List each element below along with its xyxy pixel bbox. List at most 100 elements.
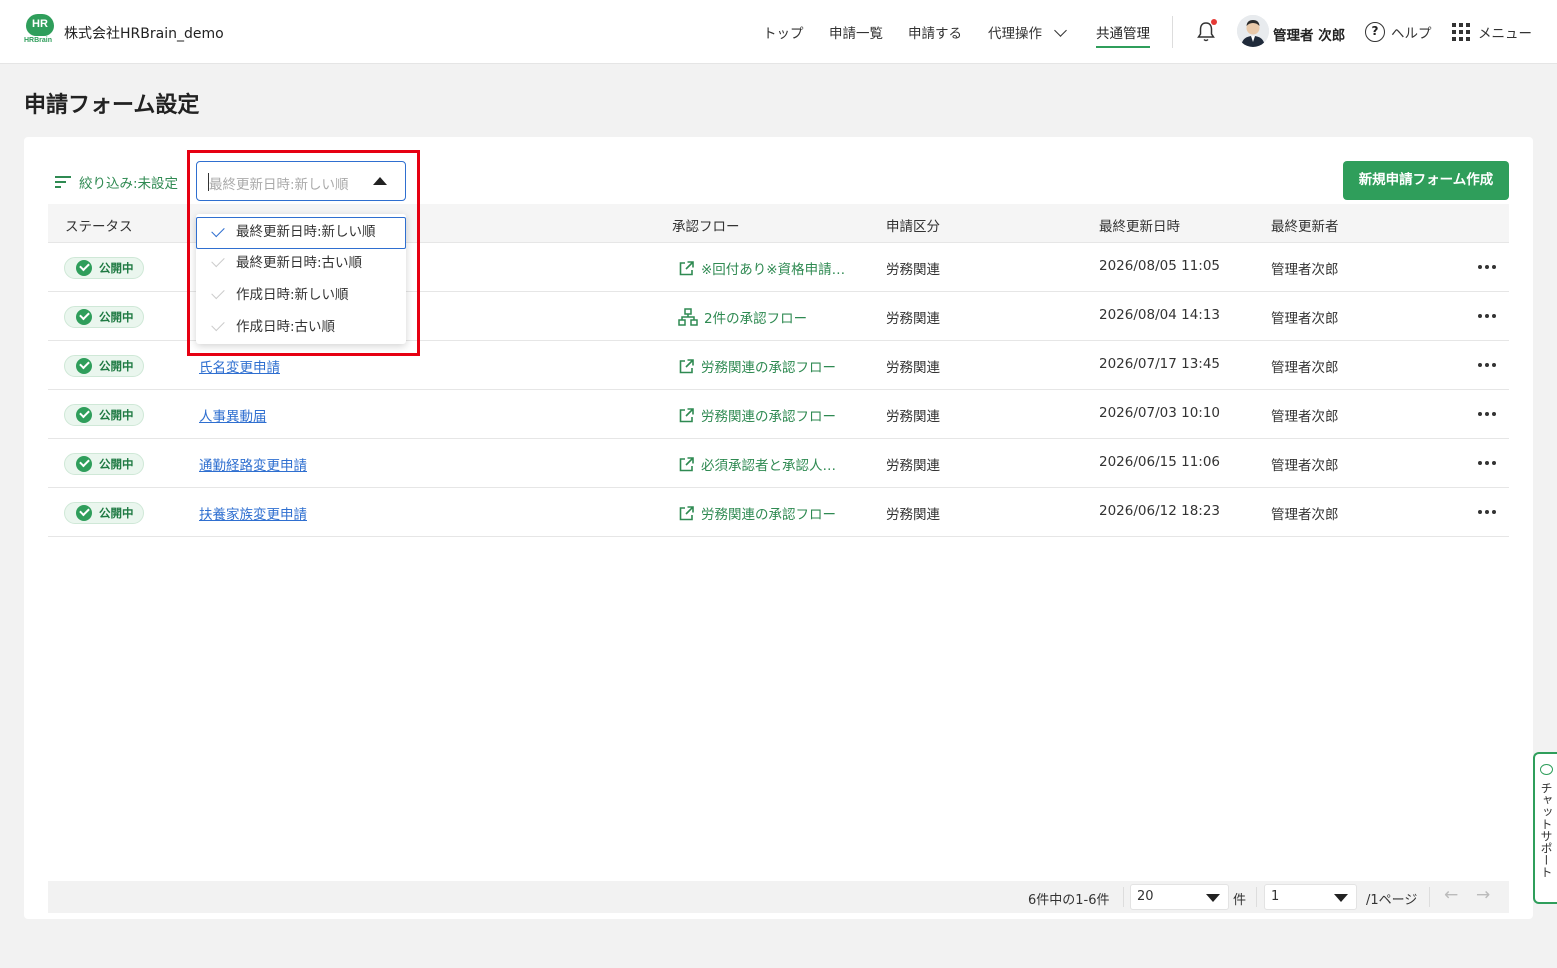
nav-make-request[interactable]: 申請する: [908, 22, 962, 42]
filter-button[interactable]: 絞り込み:未設定: [55, 172, 178, 192]
table-row[interactable]: 公開中 通勤経路変更申請 必須承認者と承認人… 労務関連 2026/06/15 …: [48, 439, 1509, 488]
updated-by-cell: 管理者次郎: [1271, 311, 1339, 327]
form-name-link[interactable]: 人事異動届: [199, 405, 267, 425]
approval-flow-link[interactable]: 労務関連の承認フロー: [678, 356, 836, 376]
help-icon[interactable]: ?: [1365, 22, 1385, 42]
nav-common-admin[interactable]: 共通管理: [1096, 22, 1150, 48]
check-circle-icon: [76, 407, 92, 423]
highlight-box: [187, 150, 420, 356]
updated-by-cell: 管理者次郎: [1271, 458, 1339, 474]
page-title: 申請フォーム設定: [24, 93, 200, 118]
check-circle-icon: [76, 358, 92, 374]
status-badge: 公開中: [64, 453, 144, 475]
approval-flow-link[interactable]: 労務関連の承認フロー: [678, 405, 836, 425]
org-chart-icon: [678, 308, 698, 326]
category-cell: 労務関連: [886, 507, 940, 523]
top-header: HR HRBrain 株式会社HRBrain_demo トップ 申請一覧 申請す…: [0, 0, 1557, 64]
logo-mark: HR: [26, 14, 54, 36]
updated-by-cell: 管理者次郎: [1271, 360, 1339, 376]
table-row[interactable]: 公開中 扶養家族変更申請 労務関連の承認フロー 労務関連 2026/06/12 …: [48, 488, 1509, 537]
col-status: ステータス: [65, 219, 133, 235]
approval-flow-link[interactable]: 必須承認者と承認人…: [678, 454, 836, 474]
check-circle-icon: [76, 456, 92, 472]
updated-at-cell: 2026/08/05 11:05: [1099, 258, 1221, 274]
status-badge: 公開中: [64, 306, 144, 328]
nav-request-list[interactable]: 申請一覧: [829, 22, 883, 42]
col-category: 申請区分: [886, 219, 940, 235]
logo-wordmark: HRBrain: [24, 37, 53, 44]
approval-flow-link[interactable]: ※回付あり※資格申請…: [678, 258, 845, 278]
external-link-icon: [679, 407, 694, 422]
notification-dot: [1211, 19, 1217, 25]
category-cell: 労務関連: [886, 409, 940, 425]
more-options-icon[interactable]: [1478, 412, 1496, 417]
filter-icon: [55, 176, 71, 188]
external-link-icon: [679, 505, 694, 520]
grid-menu-icon[interactable]: [1452, 23, 1470, 41]
updated-by-cell: 管理者次郎: [1271, 409, 1339, 425]
new-form-button[interactable]: 新規申請フォーム作成: [1343, 161, 1509, 200]
nav-proxy-operation[interactable]: 代理操作: [988, 22, 1068, 42]
pager-divider: [1429, 887, 1430, 907]
hrbrain-logo[interactable]: HR HRBrain: [24, 14, 56, 46]
header-divider: [1172, 16, 1173, 48]
form-name-link[interactable]: 氏名変更申請: [199, 356, 280, 376]
menu-link[interactable]: メニュー: [1478, 22, 1532, 42]
arrow-right-icon[interactable]: →: [1476, 885, 1490, 905]
nav-proxy-label: 代理操作: [988, 26, 1042, 42]
status-badge: 公開中: [64, 257, 144, 279]
page-total: /1ページ: [1366, 893, 1418, 908]
form-name-link[interactable]: 扶養家族変更申請: [199, 503, 307, 523]
external-link-icon: [679, 260, 694, 275]
external-link-icon: [679, 358, 694, 373]
pagination-bar: 6件中の1-6件 20 件 1 /1ページ ← →: [48, 881, 1509, 913]
category-cell: 労務関連: [886, 262, 940, 278]
chevron-down-icon: [1054, 24, 1068, 37]
category-cell: 労務関連: [886, 360, 940, 376]
category-cell: 労務関連: [886, 311, 940, 327]
avatar[interactable]: [1237, 15, 1269, 47]
approval-flow-link[interactable]: 労務関連の承認フロー: [678, 503, 836, 523]
updated-at-cell: 2026/08/04 14:13: [1099, 307, 1221, 323]
filter-label: 絞り込み:未設定: [79, 176, 179, 192]
status-badge: 公開中: [64, 404, 144, 426]
chat-support-label: チャットサポート: [1539, 782, 1553, 878]
chat-bubble-icon: [1540, 764, 1553, 775]
pager-divider: [1256, 887, 1257, 907]
page-select[interactable]: 1: [1264, 884, 1357, 910]
category-cell: 労務関連: [886, 458, 940, 474]
arrow-left-icon[interactable]: ←: [1444, 885, 1458, 905]
updated-at-cell: 2026/07/17 13:45: [1099, 356, 1221, 372]
per-page-select[interactable]: 20: [1130, 884, 1229, 910]
caret-down-icon: [1334, 894, 1348, 902]
updated-at-cell: 2026/06/15 11:06: [1099, 454, 1221, 470]
col-updated-at: 最終更新日時: [1099, 219, 1180, 235]
more-options-icon[interactable]: [1478, 363, 1496, 368]
more-options-icon[interactable]: [1478, 510, 1496, 515]
chat-support-tab[interactable]: チャットサポート: [1533, 752, 1557, 904]
check-circle-icon: [76, 505, 92, 521]
external-link-icon: [679, 456, 694, 471]
updated-at-cell: 2026/06/12 18:23: [1099, 503, 1221, 519]
col-approval-flow: 承認フロー: [672, 219, 740, 235]
help-link[interactable]: ヘルプ: [1391, 22, 1432, 42]
per-page-unit: 件: [1233, 893, 1247, 908]
form-name-link[interactable]: 通勤経路変更申請: [199, 454, 307, 474]
more-options-icon[interactable]: [1478, 265, 1496, 270]
updated-by-cell: 管理者次郎: [1271, 262, 1339, 278]
result-count: 6件中の1-6件: [1028, 893, 1110, 908]
nav-top[interactable]: トップ: [763, 22, 804, 42]
updated-by-cell: 管理者次郎: [1271, 507, 1339, 523]
more-options-icon[interactable]: [1478, 461, 1496, 466]
check-circle-icon: [76, 309, 92, 325]
more-options-icon[interactable]: [1478, 314, 1496, 319]
status-badge: 公開中: [64, 355, 144, 377]
col-updated-by: 最終更新者: [1271, 219, 1339, 235]
company-name: 株式会社HRBrain_demo: [64, 26, 224, 42]
table-row[interactable]: 公開中 人事異動届 労務関連の承認フロー 労務関連 2026/07/03 10:…: [48, 390, 1509, 439]
user-name[interactable]: 管理者 次郎: [1273, 24, 1345, 44]
approval-flow-link[interactable]: 2件の承認フロー: [678, 307, 807, 327]
status-badge: 公開中: [64, 502, 144, 524]
check-circle-icon: [76, 260, 92, 276]
updated-at-cell: 2026/07/03 10:10: [1099, 405, 1221, 421]
